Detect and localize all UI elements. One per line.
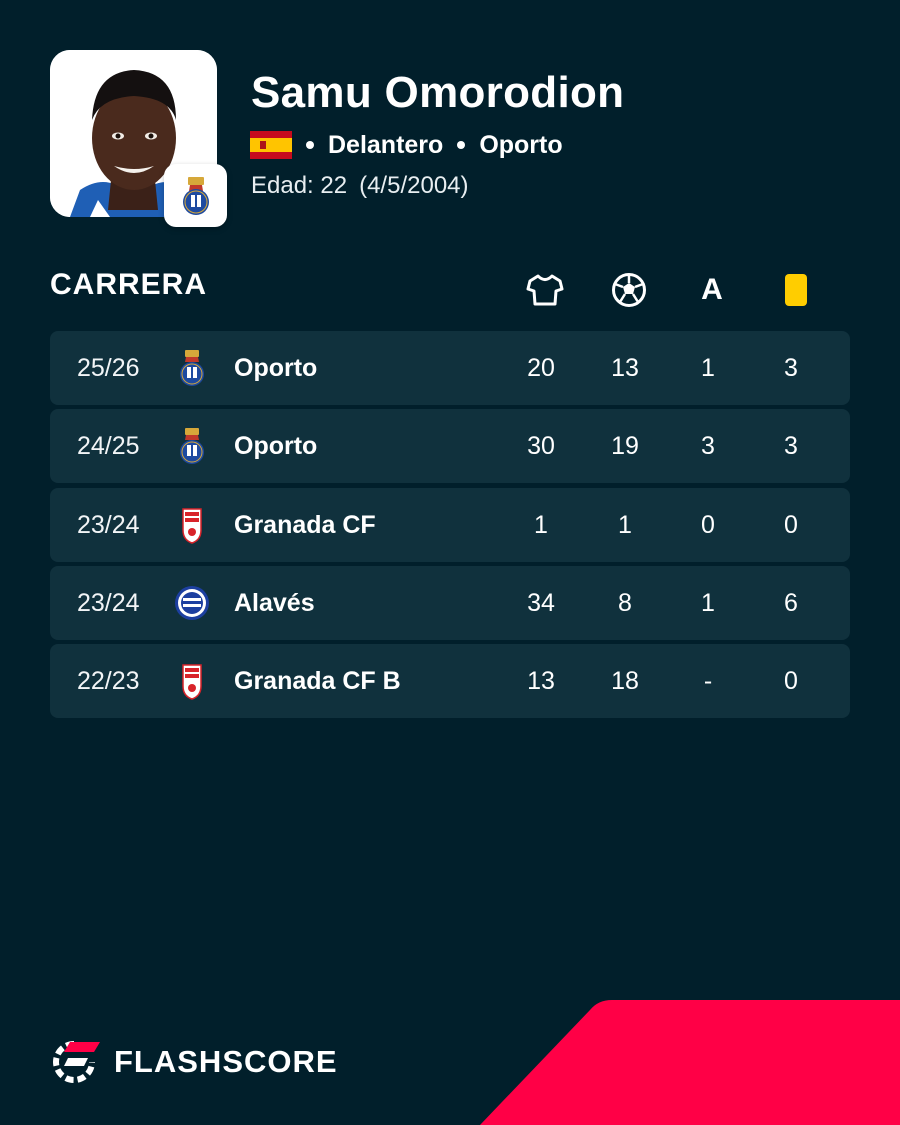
team-name: Oporto xyxy=(234,354,318,382)
season: 25/26 xyxy=(77,354,140,382)
goals: 8 xyxy=(618,588,632,617)
granada-crest-icon xyxy=(182,507,202,544)
assists: - xyxy=(703,667,713,696)
player-meta: Delantero Oporto xyxy=(250,130,563,160)
table-row: 24/25 Oporto 30 19 3 3 xyxy=(50,409,850,484)
table-row: 23/24 Alavés 34 8 1 6 xyxy=(50,565,850,640)
separator-dot xyxy=(457,141,466,149)
table-row: 25/26 Oporto 20 13 1 3 xyxy=(50,331,850,405)
table-row: 23/24 Granada CF 1 1 0 0 xyxy=(50,487,850,562)
footer-accent-shape xyxy=(480,1000,900,1125)
assist-header: A xyxy=(701,273,723,306)
season: 22/23 xyxy=(77,667,140,696)
player-position: Delantero xyxy=(328,130,444,159)
player-name: Samu Omorodion xyxy=(251,68,625,117)
yellow-cards: 3 xyxy=(784,354,798,382)
matches: 1 xyxy=(534,510,548,539)
goals: 19 xyxy=(611,432,639,461)
table-row: 22/23 Granada CF B 13 18 - 0 xyxy=(50,644,850,719)
team-name: Oporto xyxy=(234,432,318,461)
yellow-cards: 6 xyxy=(784,588,798,617)
yellow-cards: 0 xyxy=(784,667,798,696)
yellow-card-icon xyxy=(766,270,826,310)
age-label: Edad: 22 xyxy=(251,172,348,199)
assists: 1 xyxy=(701,354,715,382)
goals: 1 xyxy=(618,510,632,539)
team-name: Granada CF B xyxy=(234,667,401,696)
assists: 3 xyxy=(701,432,715,461)
season: 23/24 xyxy=(77,510,140,539)
career-title: CARRERA xyxy=(50,268,207,301)
porto-crest-icon xyxy=(182,176,209,215)
season: 24/25 xyxy=(77,432,140,461)
flashscore-icon xyxy=(53,1041,100,1083)
porto-crest-icon xyxy=(180,428,204,465)
matches: 13 xyxy=(527,667,555,696)
granada-crest-icon xyxy=(182,664,202,700)
matches: 34 xyxy=(527,588,555,617)
career-table: 25/26 Oporto 20 13 1 3 24/25 Oporto 30 1… xyxy=(50,331,850,722)
matches: 30 xyxy=(527,432,555,461)
yellow-cards: 0 xyxy=(784,510,798,539)
ball-icon xyxy=(599,270,659,310)
jersey-icon xyxy=(515,270,575,310)
assists: 0 xyxy=(701,510,715,539)
goals: 13 xyxy=(611,354,639,382)
brand-name: FLASHSCORE xyxy=(114,1044,338,1079)
porto-crest-icon xyxy=(180,350,204,386)
matches: 20 xyxy=(527,354,555,382)
team-name: Granada CF xyxy=(234,510,376,539)
yellow-cards: 3 xyxy=(784,432,798,461)
player-age: Edad: 22 (4/5/2004) xyxy=(251,172,469,200)
club-badge xyxy=(164,164,227,227)
assists: 1 xyxy=(701,588,715,617)
season: 23/24 xyxy=(77,588,140,617)
birthdate: (4/5/2004) xyxy=(359,172,469,199)
team-name: Alavés xyxy=(234,588,315,617)
alaves-crest-icon xyxy=(175,585,209,620)
separator-dot xyxy=(306,141,314,149)
goals: 18 xyxy=(611,667,639,696)
player-club: Oporto xyxy=(479,130,563,159)
spain-flag-icon xyxy=(250,131,292,159)
flashscore-logo: FLASHSCORE xyxy=(50,1038,338,1086)
